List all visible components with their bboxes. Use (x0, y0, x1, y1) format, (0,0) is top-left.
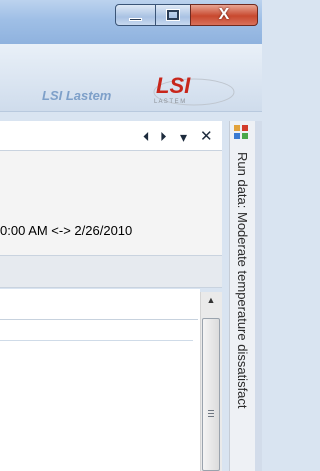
maximize-button[interactable] (155, 4, 191, 26)
panel-header (0, 121, 222, 151)
panel-body (0, 151, 222, 256)
scrollbar-thumb[interactable] (202, 318, 220, 471)
minimize-button[interactable] (115, 4, 156, 26)
close-icon: X (218, 6, 230, 23)
side-tab-label: Run data: Moderate temperature dissatisf… (235, 152, 250, 409)
lsi-lastem-logo: LSI L A S T E M (153, 73, 235, 106)
logo-lastem-text: L A S T E M (154, 99, 185, 105)
window-right-border (255, 121, 262, 471)
close-window-button[interactable]: X (190, 4, 258, 26)
scroll-up-arrow-icon[interactable]: ▲ (203, 292, 219, 309)
title-bar: X (0, 0, 262, 44)
panel-toolbar-strip (0, 256, 222, 288)
nav-prev-button[interactable]: ⏴ (143, 129, 150, 145)
maximize-icon (166, 9, 180, 21)
date-range-label: 0:00 AM <-> 2/26/2010 (0, 223, 133, 238)
panel-close-button[interactable]: ✕ (200, 127, 213, 145)
app-window: X LSI Lastem LSI L A S T E M ⏴ ⏵ ▾ ✕ 0:0… (0, 0, 262, 471)
minimize-icon (129, 18, 142, 21)
brand-name: LSI Lastem (42, 88, 112, 103)
nav-next-button[interactable]: ⏵ (160, 129, 167, 145)
chart-icon (234, 125, 248, 139)
panel-menu-dropdown[interactable]: ▾ (180, 129, 187, 146)
list-header (0, 292, 198, 320)
logo-lsi-text: LSI (156, 73, 191, 98)
scrollbar-grip-icon (208, 410, 214, 419)
list-divider (0, 340, 193, 341)
